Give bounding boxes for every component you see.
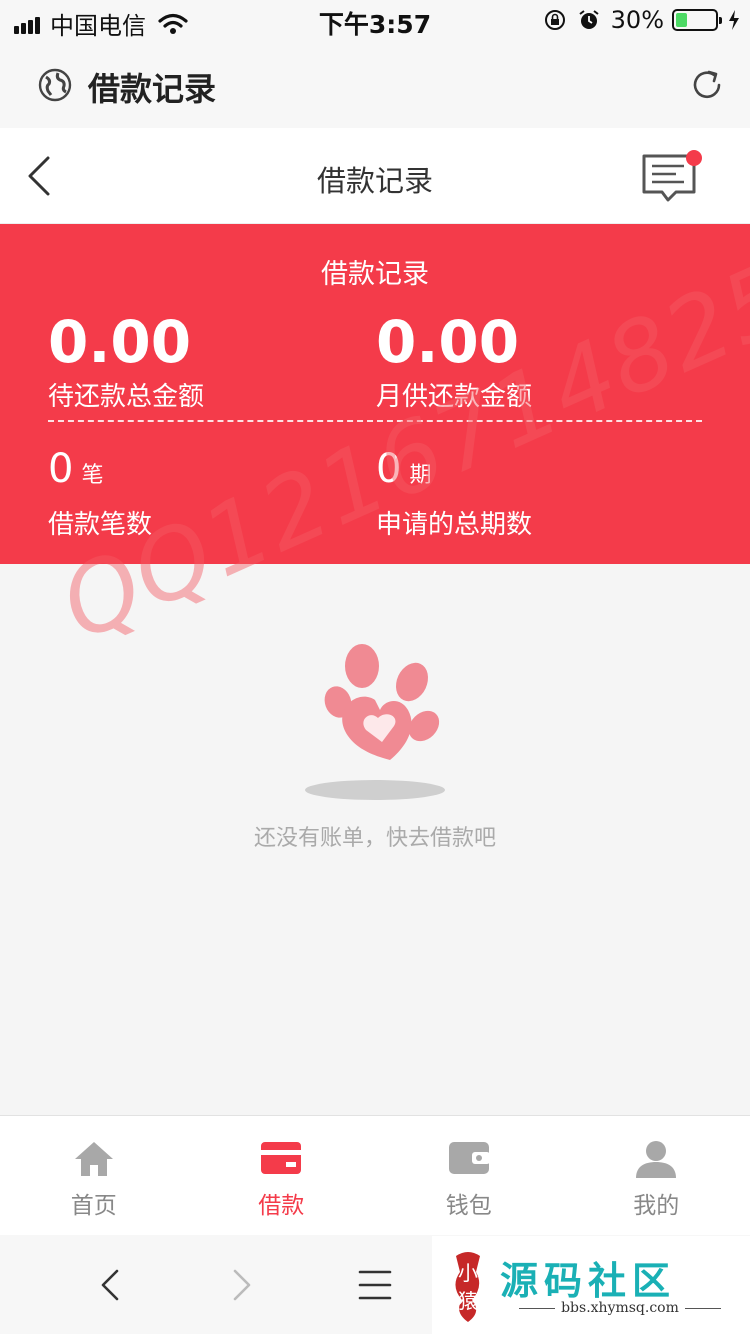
tab-mine[interactable]: 我的 bbox=[563, 1116, 750, 1235]
user-icon bbox=[636, 1141, 677, 1178]
browser-title: 借款记录 bbox=[88, 70, 217, 108]
home-icon bbox=[74, 1142, 113, 1176]
site-url: bbs.xhymsq.com bbox=[500, 1300, 740, 1316]
tab-label-loan: 借款 bbox=[258, 1193, 305, 1219]
battery-icon bbox=[672, 9, 722, 31]
charging-icon bbox=[729, 10, 739, 30]
pending-total-label: 待还款总金额 bbox=[48, 382, 205, 412]
empty-state-text: 还没有账单，快去借款吧 bbox=[253, 826, 496, 851]
tab-label-wallet: 钱包 bbox=[445, 1193, 492, 1219]
browser-bar: 借款记录 bbox=[0, 40, 750, 128]
alarm-icon bbox=[579, 10, 599, 29]
tab-label-home: 首页 bbox=[70, 1193, 117, 1219]
svg-text:猿: 猿 bbox=[458, 1289, 478, 1313]
notification-dot bbox=[686, 150, 702, 166]
tab-wallet[interactable]: 钱包 bbox=[375, 1116, 563, 1235]
battery-percent: 30% bbox=[610, 6, 664, 34]
loan-count-value: 0 bbox=[48, 446, 74, 492]
card-icon bbox=[261, 1142, 302, 1174]
tab-loan[interactable]: 借款 bbox=[188, 1116, 376, 1235]
rotation-lock-icon bbox=[544, 10, 565, 30]
menu-icon[interactable] bbox=[358, 1269, 392, 1301]
browser-back-icon[interactable] bbox=[100, 1269, 120, 1301]
browser-forward-icon[interactable] bbox=[232, 1269, 252, 1301]
summary-heading: 借款记录 bbox=[321, 259, 429, 290]
site-logo: 小 猿 源码社区 bbs.xhymsq.com bbox=[432, 1236, 750, 1334]
refresh-icon[interactable] bbox=[688, 66, 726, 104]
message-icon[interactable] bbox=[640, 148, 704, 210]
status-right: 30% bbox=[543, 6, 740, 34]
wallet-icon bbox=[448, 1142, 490, 1174]
tab-bar: 首页 借款 钱包 我的 bbox=[0, 1115, 750, 1235]
paw-icon bbox=[305, 644, 445, 800]
tab-label-mine: 我的 bbox=[633, 1193, 680, 1219]
loan-count-unit: 笔 bbox=[81, 463, 104, 488]
pending-total-value: 0.00 bbox=[48, 308, 192, 376]
tab-home[interactable]: 首页 bbox=[0, 1116, 188, 1235]
status-bar: 中国电信 下午3:57 30% bbox=[0, 0, 750, 40]
globe-icon bbox=[38, 68, 72, 102]
nav-bar: 借款记录 bbox=[0, 128, 750, 224]
page-title: 借款记录 bbox=[316, 164, 433, 198]
site-brand: 源码社区 bbox=[500, 1259, 677, 1303]
svg-text:小: 小 bbox=[458, 1261, 478, 1285]
loan-count: 0笔 bbox=[48, 446, 103, 492]
seal-logo: 小 猿 bbox=[455, 1252, 480, 1322]
